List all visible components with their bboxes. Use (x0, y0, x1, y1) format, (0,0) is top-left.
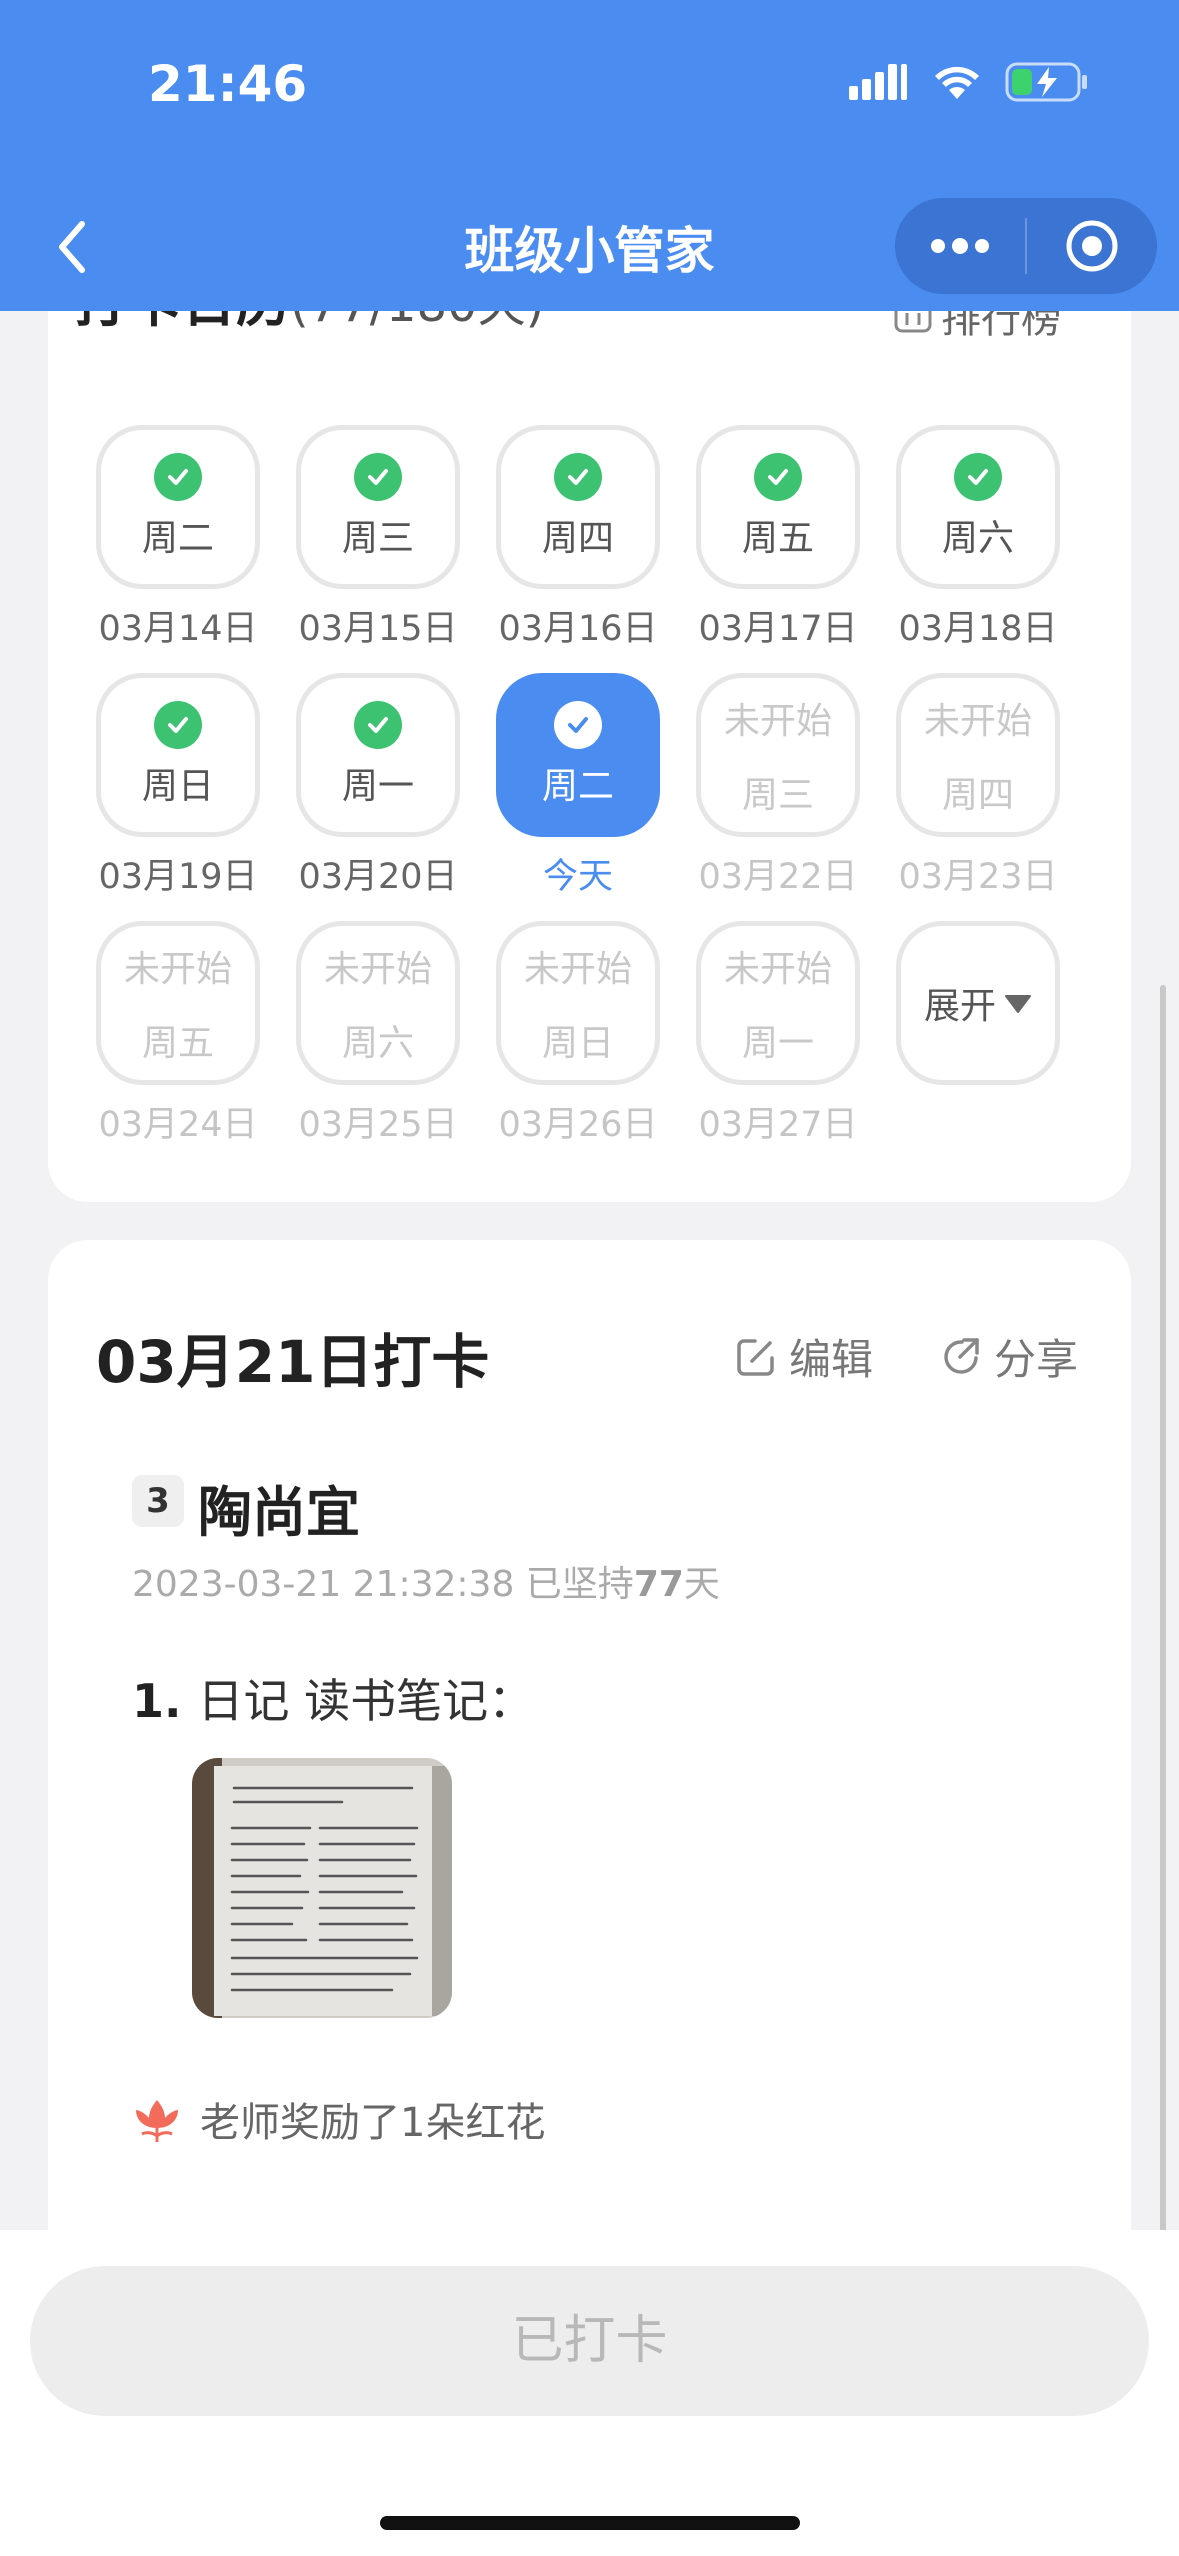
edit-icon (737, 1338, 774, 1376)
notebook-photo-thumbnail[interactable] (192, 1758, 452, 2018)
day-weekday: 周四 (941, 775, 1014, 816)
task-text: 日记 读书笔记： (197, 1674, 535, 1728)
calendar-day[interactable]: 未开始 周三 (696, 673, 860, 837)
day-weekday: 周六 (341, 1023, 414, 1064)
scrollbar[interactable] (1160, 985, 1166, 2235)
calendar-day[interactable]: 未开始 周日 (496, 921, 660, 1085)
share-label: 分享 (994, 1335, 1079, 1384)
edit-label: 编辑 (789, 1335, 874, 1384)
day-weekday: 周五 (741, 518, 814, 559)
more-dots-icon (931, 238, 989, 254)
day-weekday: 周日 (541, 1023, 614, 1064)
day-date: 03月20日 (298, 857, 458, 897)
student-name[interactable]: 陶尚宜 (198, 1468, 360, 1547)
nav-header: 21:46 班级小管家 (0, 0, 1179, 311)
more-menu-button[interactable] (895, 198, 1025, 294)
day-weekday: 周日 (141, 766, 214, 807)
checkmark-icon (754, 453, 802, 501)
expand-calendar-button[interactable]: 展开 (896, 921, 1060, 1085)
day-status: 未开始 (523, 949, 632, 990)
student-rank-badge: 3 (132, 1475, 184, 1527)
task-item: 1. 日记 读书笔记： (132, 1665, 534, 1731)
checkmark-icon (154, 453, 202, 501)
day-status: 未开始 (923, 701, 1032, 742)
battery-charging-icon (1005, 62, 1087, 102)
day-date: 03月25日 (298, 1105, 458, 1145)
checkmark-icon (554, 701, 602, 749)
calendar-day[interactable]: 周日 (96, 673, 260, 837)
calendar-day[interactable]: 未开始 周四 (896, 673, 1060, 837)
status-time: 21:46 (148, 55, 308, 113)
task-number: 1. (132, 1674, 182, 1728)
day-weekday: 周二 (541, 766, 614, 807)
mini-program-capsule (895, 198, 1157, 294)
cellular-signal-icon (849, 64, 907, 100)
day-date: 03月16日 (498, 609, 658, 649)
checkin-title: 03月21日打卡 (96, 1328, 490, 1396)
target-circle-icon (1066, 220, 1118, 272)
triangle-down-icon (1004, 983, 1032, 1024)
checkmark-icon (554, 453, 602, 501)
day-date: 03月24日 (98, 1105, 258, 1145)
day-weekday: 周五 (141, 1023, 214, 1064)
share-icon (944, 1337, 979, 1374)
calendar-day[interactable]: 周五 (696, 425, 860, 589)
day-date: 03月14日 (98, 609, 258, 649)
day-weekday: 周一 (341, 766, 414, 807)
streak-suffix: 天 (683, 1564, 720, 1605)
checkmark-icon (954, 453, 1002, 501)
checkin-meta: 2023-03-21 21:32:38 已坚持77天 (132, 1555, 720, 1607)
day-weekday: 周六 (941, 518, 1014, 559)
day-weekday: 周四 (541, 518, 614, 559)
calendar-day[interactable]: 周二 (496, 673, 660, 837)
checked-in-button[interactable]: 已打卡 (30, 2266, 1149, 2416)
expand-label: 展开 (923, 986, 996, 1027)
streak-days: 77 (633, 1564, 684, 1605)
day-date: 03月17日 (698, 609, 858, 649)
red-flower-icon (136, 2100, 178, 2142)
day-status: 未开始 (723, 949, 832, 990)
calendar-day[interactable]: 周二 (96, 425, 260, 589)
checkmark-icon (154, 701, 202, 749)
expand-content: 展开 (924, 977, 1032, 1029)
day-weekday: 周二 (141, 518, 214, 559)
edit-button[interactable]: 编辑 (735, 1326, 873, 1387)
day-date: 03月23日 (898, 857, 1058, 897)
calendar-day[interactable]: 未开始 周五 (96, 921, 260, 1085)
calendar-day[interactable]: 周三 (296, 425, 460, 589)
day-weekday: 周三 (741, 775, 814, 816)
notebook-photo-image (192, 1758, 452, 2018)
day-date: 03月27日 (698, 1105, 858, 1145)
day-date: 03月15日 (298, 609, 458, 649)
calendar-day[interactable]: 周一 (296, 673, 460, 837)
wifi-icon (935, 66, 979, 99)
day-weekday: 周一 (741, 1023, 814, 1064)
day-date: 03月26日 (498, 1105, 658, 1145)
day-date: 03月18日 (898, 609, 1058, 649)
status-icons (849, 62, 1089, 102)
day-status: 未开始 (323, 949, 432, 990)
day-date: 03月22日 (698, 857, 858, 897)
day-status: 未开始 (723, 701, 832, 742)
streak-prefix: 已坚持 (525, 1564, 634, 1605)
checkmark-icon (354, 701, 402, 749)
share-button[interactable]: 分享 (940, 1326, 1078, 1387)
calendar-day[interactable]: 未开始 周六 (296, 921, 460, 1085)
day-status: 未开始 (123, 949, 232, 990)
checkmark-icon (354, 453, 402, 501)
day-weekday: 周三 (341, 518, 414, 559)
close-mini-program-button[interactable] (1027, 198, 1157, 294)
calendar-day[interactable]: 未开始 周一 (696, 921, 860, 1085)
day-date: 03月19日 (98, 857, 258, 897)
reward-row: 老师奖励了1朵红花 (132, 2090, 545, 2148)
today-label: 今天 (542, 857, 613, 897)
calendar-day[interactable]: 周六 (896, 425, 1060, 589)
checkin-timestamp: 2023-03-21 21:32:38 (132, 1564, 515, 1605)
home-indicator (380, 2516, 800, 2530)
reward-text: 老师奖励了1朵红花 (200, 2100, 546, 2146)
calendar-day[interactable]: 周四 (496, 425, 660, 589)
